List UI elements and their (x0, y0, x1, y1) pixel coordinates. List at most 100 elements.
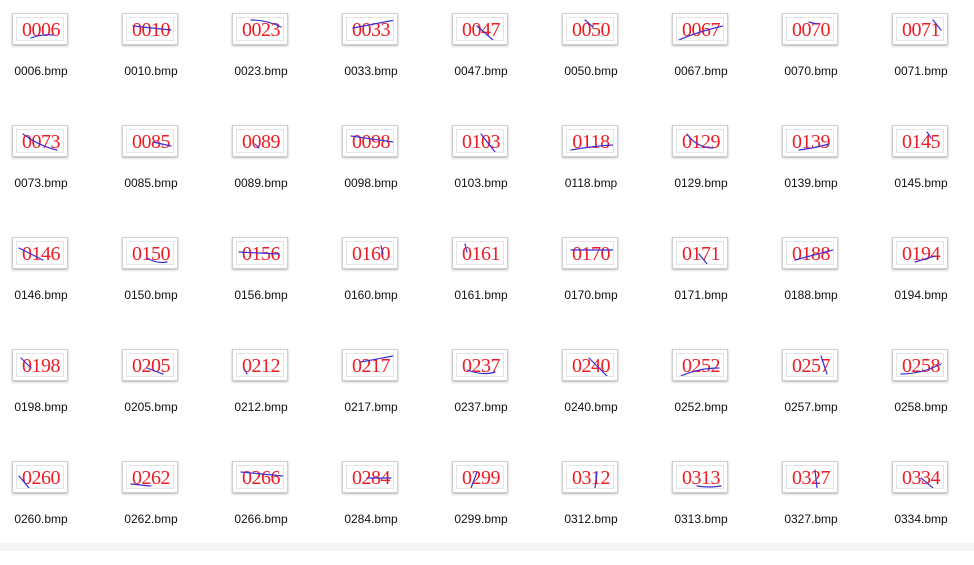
file-item[interactable]: 0198 0198.bmp (0, 341, 110, 453)
file-name-label[interactable]: 0073.bmp (0, 176, 82, 190)
file-item[interactable]: 0258 0258.bmp (880, 341, 974, 453)
file-item[interactable]: 0171 0171.bmp (660, 229, 770, 341)
file-item[interactable]: 0156 0156.bmp (220, 229, 330, 341)
bitmap-thumbnail-icon[interactable]: 0170 (562, 237, 618, 269)
file-name-label[interactable]: 0198.bmp (0, 400, 82, 414)
file-item[interactable]: 0257 0257.bmp (770, 341, 880, 453)
file-item[interactable]: 0103 0103.bmp (440, 117, 550, 229)
file-item[interactable]: 0160 0160.bmp (330, 229, 440, 341)
file-name-label[interactable]: 0266.bmp (220, 512, 302, 526)
file-item[interactable]: 0194 0194.bmp (880, 229, 974, 341)
file-name-label[interactable]: 0033.bmp (330, 64, 412, 78)
bitmap-thumbnail-icon[interactable]: 0047 (452, 13, 508, 45)
file-item[interactable]: 0050 0050.bmp (550, 5, 660, 117)
bitmap-thumbnail-icon[interactable]: 0194 (892, 237, 948, 269)
bitmap-thumbnail-icon[interactable]: 0334 (892, 461, 948, 493)
file-item[interactable]: 0150 0150.bmp (110, 229, 220, 341)
bitmap-thumbnail-icon[interactable]: 0067 (672, 13, 728, 45)
file-name-label[interactable]: 0139.bmp (770, 176, 852, 190)
bitmap-thumbnail-icon[interactable]: 0327 (782, 461, 838, 493)
bitmap-thumbnail-icon[interactable]: 0070 (782, 13, 838, 45)
file-item[interactable]: 0073 0073.bmp (0, 117, 110, 229)
file-item[interactable]: 0188 0188.bmp (770, 229, 880, 341)
file-item[interactable]: 0089 0089.bmp (220, 117, 330, 229)
bitmap-thumbnail-icon[interactable]: 0257 (782, 349, 838, 381)
file-name-label[interactable]: 0156.bmp (220, 288, 302, 302)
file-name-label[interactable]: 0085.bmp (110, 176, 192, 190)
bitmap-thumbnail-icon[interactable]: 0262 (122, 461, 178, 493)
bitmap-thumbnail-icon[interactable]: 0188 (782, 237, 838, 269)
file-name-label[interactable]: 0260.bmp (0, 512, 82, 526)
file-item[interactable]: 0070 0070.bmp (770, 5, 880, 117)
bitmap-thumbnail-icon[interactable]: 0033 (342, 13, 398, 45)
bitmap-thumbnail-icon[interactable]: 0205 (122, 349, 178, 381)
file-name-label[interactable]: 0217.bmp (330, 400, 412, 414)
bitmap-thumbnail-icon[interactable]: 0139 (782, 125, 838, 157)
file-name-label[interactable]: 0212.bmp (220, 400, 302, 414)
bitmap-thumbnail-icon[interactable]: 0237 (452, 349, 508, 381)
bitmap-thumbnail-icon[interactable]: 0284 (342, 461, 398, 493)
file-name-label[interactable]: 0262.bmp (110, 512, 192, 526)
bitmap-thumbnail-icon[interactable]: 0266 (232, 461, 288, 493)
bitmap-thumbnail-icon[interactable]: 0098 (342, 125, 398, 157)
file-item[interactable]: 0170 0170.bmp (550, 229, 660, 341)
bitmap-thumbnail-icon[interactable]: 0258 (892, 349, 948, 381)
file-item[interactable]: 0252 0252.bmp (660, 341, 770, 453)
bitmap-thumbnail-icon[interactable]: 0129 (672, 125, 728, 157)
file-name-label[interactable]: 0118.bmp (550, 176, 632, 190)
file-name-label[interactable]: 0258.bmp (880, 400, 962, 414)
bitmap-thumbnail-icon[interactable]: 0010 (122, 13, 178, 45)
file-name-label[interactable]: 0050.bmp (550, 64, 632, 78)
file-name-label[interactable]: 0070.bmp (770, 64, 852, 78)
file-name-label[interactable]: 0047.bmp (440, 64, 522, 78)
file-name-label[interactable]: 0194.bmp (880, 288, 962, 302)
bitmap-thumbnail-icon[interactable]: 0118 (562, 125, 618, 157)
file-item[interactable]: 0010 0010.bmp (110, 5, 220, 117)
file-name-label[interactable]: 0023.bmp (220, 64, 302, 78)
file-name-label[interactable]: 0098.bmp (330, 176, 412, 190)
file-item[interactable]: 0217 0217.bmp (330, 341, 440, 453)
file-item[interactable]: 0067 0067.bmp (660, 5, 770, 117)
bitmap-thumbnail-icon[interactable]: 0073 (12, 125, 68, 157)
file-item[interactable]: 0098 0098.bmp (330, 117, 440, 229)
bitmap-thumbnail-icon[interactable]: 0023 (232, 13, 288, 45)
bitmap-thumbnail-icon[interactable]: 0103 (452, 125, 508, 157)
file-item[interactable]: 0118 0118.bmp (550, 117, 660, 229)
file-item[interactable]: 0071 0071.bmp (880, 5, 974, 117)
bitmap-thumbnail-icon[interactable]: 0217 (342, 349, 398, 381)
file-name-label[interactable]: 0257.bmp (770, 400, 852, 414)
bitmap-thumbnail-icon[interactable]: 0240 (562, 349, 618, 381)
bitmap-thumbnail-icon[interactable]: 0171 (672, 237, 728, 269)
file-name-label[interactable]: 0129.bmp (660, 176, 742, 190)
file-item[interactable]: 0023 0023.bmp (220, 5, 330, 117)
file-item[interactable]: 0240 0240.bmp (550, 341, 660, 453)
bitmap-thumbnail-icon[interactable]: 0050 (562, 13, 618, 45)
bitmap-thumbnail-icon[interactable]: 0160 (342, 237, 398, 269)
file-item[interactable]: 0047 0047.bmp (440, 5, 550, 117)
file-item[interactable]: 0146 0146.bmp (0, 229, 110, 341)
bitmap-thumbnail-icon[interactable]: 0252 (672, 349, 728, 381)
file-name-label[interactable]: 0188.bmp (770, 288, 852, 302)
bitmap-thumbnail-icon[interactable]: 0212 (232, 349, 288, 381)
file-item[interactable]: 0145 0145.bmp (880, 117, 974, 229)
file-name-label[interactable]: 0170.bmp (550, 288, 632, 302)
bitmap-thumbnail-icon[interactable]: 0313 (672, 461, 728, 493)
file-item[interactable]: 0212 0212.bmp (220, 341, 330, 453)
bitmap-thumbnail-icon[interactable]: 0006 (12, 13, 68, 45)
bitmap-thumbnail-icon[interactable]: 0260 (12, 461, 68, 493)
bitmap-thumbnail-icon[interactable]: 0089 (232, 125, 288, 157)
file-name-label[interactable]: 0205.bmp (110, 400, 192, 414)
file-name-label[interactable]: 0150.bmp (110, 288, 192, 302)
file-name-label[interactable]: 0006.bmp (0, 64, 82, 78)
bitmap-thumbnail-icon[interactable]: 0312 (562, 461, 618, 493)
file-item[interactable]: 0085 0085.bmp (110, 117, 220, 229)
file-name-label[interactable]: 0103.bmp (440, 176, 522, 190)
file-name-label[interactable]: 0252.bmp (660, 400, 742, 414)
file-name-label[interactable]: 0299.bmp (440, 512, 522, 526)
file-name-label[interactable]: 0313.bmp (660, 512, 742, 526)
file-name-label[interactable]: 0240.bmp (550, 400, 632, 414)
bitmap-thumbnail-icon[interactable]: 0146 (12, 237, 68, 269)
file-name-label[interactable]: 0334.bmp (880, 512, 962, 526)
file-name-label[interactable]: 0171.bmp (660, 288, 742, 302)
bitmap-thumbnail-icon[interactable]: 0198 (12, 349, 68, 381)
